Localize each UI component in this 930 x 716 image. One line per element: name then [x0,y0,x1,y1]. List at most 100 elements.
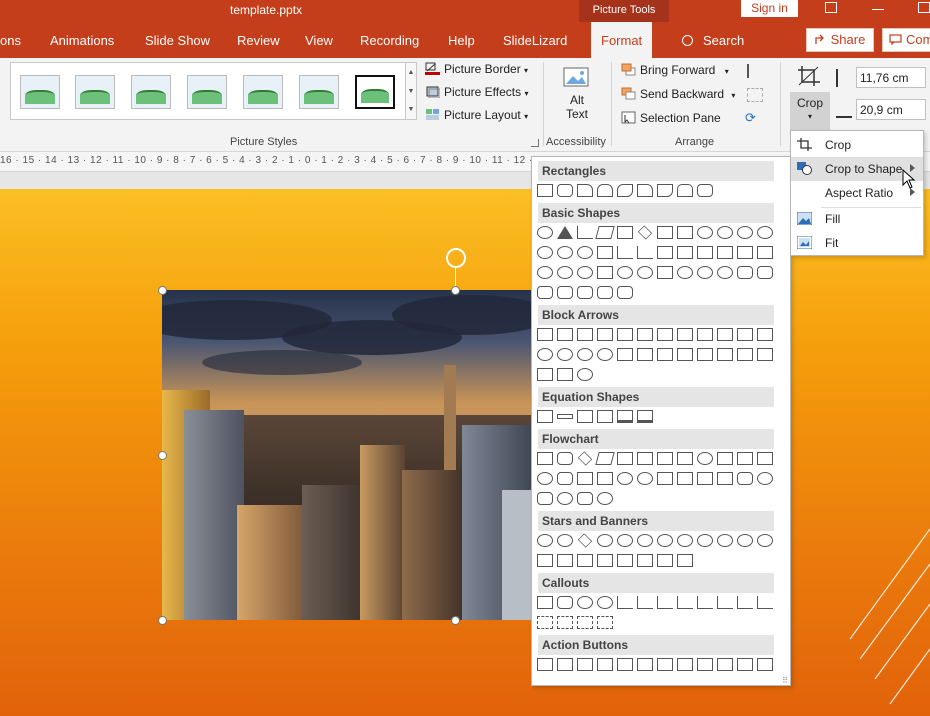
shape-left-right-up-arrow[interactable] [677,328,693,342]
shape-double-bracket[interactable] [757,266,773,280]
shape-right-brace[interactable] [617,286,633,300]
shape-equal[interactable] [617,410,633,424]
tab-transitions[interactable]: ons [0,33,21,48]
shape-horizontal-scroll[interactable] [637,554,653,568]
shape-flowchart-data[interactable] [595,452,615,466]
shape-multiply[interactable] [577,410,593,424]
picture-effects-button[interactable]: Picture Effects ▾ [425,85,529,99]
shape-flowchart-alternate-process[interactable] [557,452,573,466]
shape-pie[interactable] [537,246,553,260]
shape-left-right-arrow-callout[interactable] [537,368,553,382]
shape-flowchart-sequential-access[interactable] [537,492,553,506]
shape-snip-corner-rectangle[interactable] [577,184,593,198]
shape-donut[interactable] [537,266,553,280]
shape-vertical-scroll[interactable] [617,554,633,568]
shape-left-right-arrow[interactable] [617,328,633,342]
minimize-icon[interactable] [872,2,884,10]
shape-flowchart-document[interactable] [657,452,673,466]
picture-styles-launcher-icon[interactable] [531,139,539,147]
shape-flowchart-sort[interactable] [677,472,693,486]
shape-snip-same-side-rectangle[interactable] [597,184,613,198]
menu-item-crop[interactable]: Crop [791,133,923,157]
shape-hexagon[interactable] [677,226,693,240]
shape-action-sound[interactable] [717,658,733,672]
shape-minus[interactable] [557,414,573,420]
shape-star-5-point[interactable] [597,534,613,548]
shape-flowchart-connector[interactable] [537,472,553,486]
shape-ribbon-tilted-up[interactable] [537,554,553,568]
shape-block-arc[interactable] [577,266,593,280]
picture-style-3[interactable] [131,75,171,109]
shape-line-callout-accent-2[interactable] [717,596,733,610]
shape-flowchart-multidocument[interactable] [677,452,693,466]
shape-wave[interactable] [657,554,673,568]
shape-flowchart-preparation[interactable] [717,452,733,466]
align-icon[interactable] [747,64,769,78]
shape-frame[interactable] [597,246,613,260]
shape-star-16-point[interactable] [717,534,733,548]
group-objects-icon[interactable] [747,88,763,102]
shape-round-diagonal-rectangle[interactable] [697,184,713,198]
shape-line-callout-border-2[interactable] [557,616,573,630]
shape-quad-arrow-callout[interactable] [557,368,573,382]
shape-action-beginning[interactable] [577,658,593,672]
rotate-objects-icon[interactable]: ⟳ [745,110,763,125]
shape-right-arrow[interactable] [537,328,553,342]
shape-diagonal-stripe[interactable] [657,246,673,260]
shape-flowchart-extract[interactable] [697,472,713,486]
shape-star-10-point[interactable] [677,534,693,548]
shape-flowchart-decision[interactable] [577,451,593,467]
picture-styles-gallery[interactable] [10,62,406,120]
shape-up-arrow-callout[interactable] [757,348,773,362]
shape-action-movie[interactable] [677,658,693,672]
tab-review[interactable]: Review [237,33,280,48]
shape-line-callout-border-1[interactable] [537,616,553,630]
shape-flowchart-collate[interactable] [657,472,673,486]
resize-handle-bottom-left[interactable] [158,616,167,625]
city-photo[interactable] [162,290,532,620]
shape-double-wave[interactable] [677,554,693,568]
shape-action-back[interactable] [537,658,553,672]
gallery-more-icon[interactable]: ▼ [406,101,416,119]
shape-circular-arrow[interactable] [577,368,593,382]
shape-action-custom[interactable] [757,658,773,672]
shape-octagon[interactable] [717,226,733,240]
share-button[interactable]: Share [806,28,874,52]
selection-pane-button[interactable]: Selection Pane [621,111,721,125]
shape-bent-up-arrow[interactable] [757,328,773,342]
shape-flowchart-punched-tape[interactable] [597,472,613,486]
sign-in-button[interactable]: Sign in [741,0,798,17]
maximize-icon[interactable] [918,2,930,13]
shape-flowchart-stored-data[interactable] [737,472,753,486]
width-field[interactable]: 20,9 cm [856,99,926,120]
shape-line-callout-accent-4[interactable] [757,596,773,610]
picture-border-button[interactable]: Picture Border ▾ [425,62,528,76]
shape-rounded-rectangle[interactable] [557,184,573,198]
shape-action-document[interactable] [697,658,713,672]
shape-curved-ribbon-up[interactable] [577,554,593,568]
shape-action-return[interactable] [657,658,673,672]
shape-teardrop[interactable] [577,246,593,260]
tab-animations[interactable]: Animations [50,33,114,48]
shape-curved-down-arrow[interactable] [597,348,613,362]
shape-curved-ribbon-down[interactable] [597,554,613,568]
shape-left-arrow[interactable] [557,328,573,342]
shape-left-arrow-callout[interactable] [737,348,753,362]
shape-snip-diagonal-rectangle[interactable] [617,184,633,198]
shape-line-callout-border-3[interactable] [577,616,593,630]
shape-curved-right-arrow[interactable] [537,348,553,362]
shape-star-6-point[interactable] [617,534,633,548]
shape-star-12-point[interactable] [697,534,713,548]
tab-format[interactable]: Format [591,22,653,58]
shape-pentagon[interactable] [657,226,673,240]
tab-slide-show[interactable]: Slide Show [145,33,210,48]
shape-action-forward[interactable] [557,658,573,672]
shape-line-callout-4[interactable] [677,596,693,610]
tab-slidelizard[interactable]: SlideLizard [503,33,567,48]
shape-cube[interactable] [737,246,753,260]
shape-left-brace[interactable] [597,286,613,300]
resize-handle-left[interactable] [158,451,167,460]
picture-layout-button[interactable]: Picture Layout ▾ [425,108,528,122]
shape-line-callout-border-4[interactable] [597,616,613,630]
shape-dodecagon[interactable] [757,226,773,240]
